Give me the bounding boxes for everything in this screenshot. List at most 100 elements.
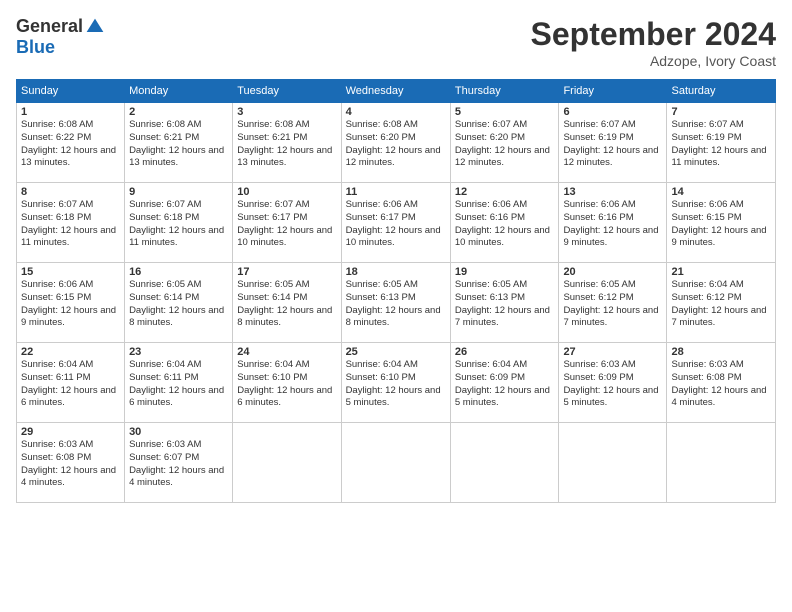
sunset-label: Sunset: 6:12 PM [671,292,741,303]
daylight-label: Daylight: 12 hours and 6 minutes. [129,385,224,409]
day-number: 9 [129,186,228,198]
table-row: 11 Sunrise: 6:06 AM Sunset: 6:17 PM Dayl… [341,183,450,263]
sunset-label: Sunset: 6:09 PM [563,372,633,383]
daylight-label: Daylight: 12 hours and 11 minutes. [129,225,224,249]
sunset-label: Sunset: 6:20 PM [346,132,416,143]
day-number: 28 [671,346,771,358]
daylight-label: Daylight: 12 hours and 13 minutes. [237,145,332,169]
sunrise-label: Sunrise: 6:06 AM [346,199,418,210]
day-info: Sunrise: 6:06 AM Sunset: 6:16 PM Dayligh… [563,199,662,250]
table-row: 27 Sunrise: 6:03 AM Sunset: 6:09 PM Dayl… [559,343,667,423]
day-info: Sunrise: 6:04 AM Sunset: 6:10 PM Dayligh… [346,359,446,410]
day-number: 27 [563,346,662,358]
table-row: 21 Sunrise: 6:04 AM Sunset: 6:12 PM Dayl… [667,263,776,343]
daylight-label: Daylight: 12 hours and 7 minutes. [563,305,658,329]
day-info: Sunrise: 6:06 AM Sunset: 6:15 PM Dayligh… [21,279,120,330]
day-number: 26 [455,346,555,358]
daylight-label: Daylight: 12 hours and 5 minutes. [563,385,658,409]
daylight-label: Daylight: 12 hours and 11 minutes. [21,225,116,249]
day-number: 19 [455,266,555,278]
daylight-label: Daylight: 12 hours and 8 minutes. [346,305,441,329]
table-row [233,423,341,503]
table-row [667,423,776,503]
day-number: 20 [563,266,662,278]
day-info: Sunrise: 6:07 AM Sunset: 6:19 PM Dayligh… [671,119,771,170]
sunrise-label: Sunrise: 6:04 AM [237,359,309,370]
sunset-label: Sunset: 6:11 PM [129,372,199,383]
sunset-label: Sunset: 6:08 PM [21,452,91,463]
day-info: Sunrise: 6:07 AM Sunset: 6:19 PM Dayligh… [563,119,662,170]
day-info: Sunrise: 6:05 AM Sunset: 6:13 PM Dayligh… [455,279,555,330]
sunrise-label: Sunrise: 6:04 AM [346,359,418,370]
day-info: Sunrise: 6:03 AM Sunset: 6:07 PM Dayligh… [129,439,228,490]
sunrise-label: Sunrise: 6:07 AM [21,199,93,210]
day-info: Sunrise: 6:07 AM Sunset: 6:20 PM Dayligh… [455,119,555,170]
day-number: 7 [671,106,771,118]
daylight-label: Daylight: 12 hours and 8 minutes. [237,305,332,329]
sunset-label: Sunset: 6:09 PM [455,372,525,383]
daylight-label: Daylight: 12 hours and 12 minutes. [563,145,658,169]
day-info: Sunrise: 6:06 AM Sunset: 6:15 PM Dayligh… [671,199,771,250]
sunrise-label: Sunrise: 6:04 AM [129,359,201,370]
table-row [559,423,667,503]
day-number: 3 [237,106,336,118]
day-number: 12 [455,186,555,198]
day-info: Sunrise: 6:08 AM Sunset: 6:20 PM Dayligh… [346,119,446,170]
sunrise-label: Sunrise: 6:03 AM [129,439,201,450]
day-info: Sunrise: 6:04 AM Sunset: 6:09 PM Dayligh… [455,359,555,410]
table-row: 4 Sunrise: 6:08 AM Sunset: 6:20 PM Dayli… [341,103,450,183]
day-number: 25 [346,346,446,358]
col-friday: Friday [559,80,667,103]
day-info: Sunrise: 6:05 AM Sunset: 6:14 PM Dayligh… [129,279,228,330]
daylight-label: Daylight: 12 hours and 12 minutes. [455,145,550,169]
table-row: 19 Sunrise: 6:05 AM Sunset: 6:13 PM Dayl… [450,263,559,343]
day-info: Sunrise: 6:07 AM Sunset: 6:18 PM Dayligh… [129,199,228,250]
table-row: 10 Sunrise: 6:07 AM Sunset: 6:17 PM Dayl… [233,183,341,263]
table-row: 12 Sunrise: 6:06 AM Sunset: 6:16 PM Dayl… [450,183,559,263]
sunrise-label: Sunrise: 6:04 AM [671,279,743,290]
day-number: 30 [129,426,228,438]
day-info: Sunrise: 6:04 AM Sunset: 6:12 PM Dayligh… [671,279,771,330]
sunset-label: Sunset: 6:07 PM [129,452,199,463]
calendar: Sunday Monday Tuesday Wednesday Thursday… [16,79,776,503]
sunset-label: Sunset: 6:18 PM [21,212,91,223]
daylight-label: Daylight: 12 hours and 12 minutes. [346,145,441,169]
col-saturday: Saturday [667,80,776,103]
table-row: 7 Sunrise: 6:07 AM Sunset: 6:19 PM Dayli… [667,103,776,183]
day-info: Sunrise: 6:04 AM Sunset: 6:11 PM Dayligh… [21,359,120,410]
sunrise-label: Sunrise: 6:06 AM [21,279,93,290]
day-info: Sunrise: 6:06 AM Sunset: 6:17 PM Dayligh… [346,199,446,250]
sunrise-label: Sunrise: 6:05 AM [563,279,635,290]
daylight-label: Daylight: 12 hours and 9 minutes. [563,225,658,249]
sunrise-label: Sunrise: 6:07 AM [455,119,527,130]
sunset-label: Sunset: 6:10 PM [237,372,307,383]
sunrise-label: Sunrise: 6:07 AM [671,119,743,130]
sunrise-label: Sunrise: 6:05 AM [129,279,201,290]
day-number: 14 [671,186,771,198]
table-row: 18 Sunrise: 6:05 AM Sunset: 6:13 PM Dayl… [341,263,450,343]
daylight-label: Daylight: 12 hours and 7 minutes. [455,305,550,329]
sunset-label: Sunset: 6:12 PM [563,292,633,303]
table-row: 30 Sunrise: 6:03 AM Sunset: 6:07 PM Dayl… [125,423,233,503]
sunset-label: Sunset: 6:14 PM [237,292,307,303]
day-info: Sunrise: 6:04 AM Sunset: 6:10 PM Dayligh… [237,359,336,410]
sunrise-label: Sunrise: 6:04 AM [455,359,527,370]
day-number: 1 [21,106,120,118]
table-row: 1 Sunrise: 6:08 AM Sunset: 6:22 PM Dayli… [17,103,125,183]
sunrise-label: Sunrise: 6:06 AM [563,199,635,210]
col-monday: Monday [125,80,233,103]
sunset-label: Sunset: 6:15 PM [671,212,741,223]
logo-icon [85,17,105,37]
table-row: 23 Sunrise: 6:04 AM Sunset: 6:11 PM Dayl… [125,343,233,423]
table-row: 15 Sunrise: 6:06 AM Sunset: 6:15 PM Dayl… [17,263,125,343]
table-row: 14 Sunrise: 6:06 AM Sunset: 6:15 PM Dayl… [667,183,776,263]
day-number: 24 [237,346,336,358]
day-number: 10 [237,186,336,198]
day-info: Sunrise: 6:08 AM Sunset: 6:21 PM Dayligh… [129,119,228,170]
daylight-label: Daylight: 12 hours and 10 minutes. [346,225,441,249]
day-number: 4 [346,106,446,118]
sunrise-label: Sunrise: 6:03 AM [563,359,635,370]
sunrise-label: Sunrise: 6:07 AM [129,199,201,210]
sunset-label: Sunset: 6:20 PM [455,132,525,143]
sunset-label: Sunset: 6:17 PM [346,212,416,223]
